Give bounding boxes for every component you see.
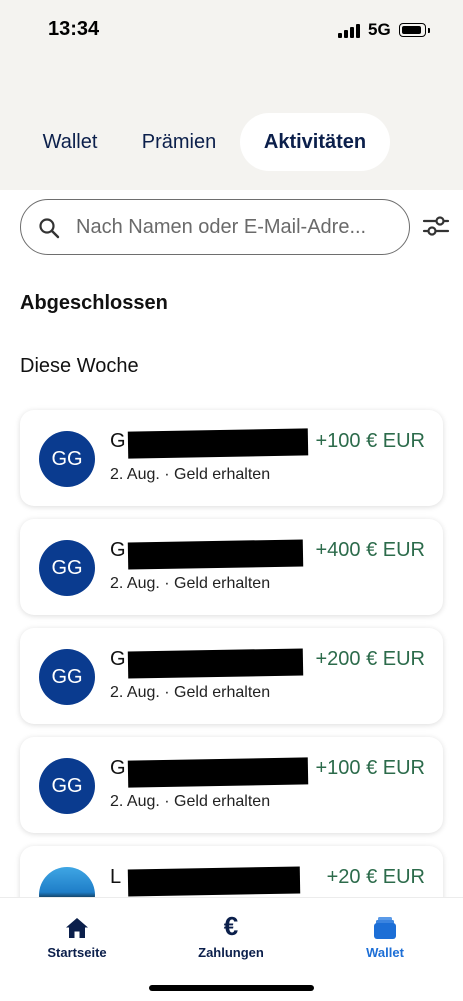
battery-tip [428,28,430,33]
transaction-name: G [110,648,126,670]
avatar: GG [39,540,95,596]
nav-label: Zahlungen [198,945,264,960]
nav-label: Startseite [47,945,107,960]
transaction-name: G [110,539,126,561]
redaction-bar [127,866,301,897]
transaction-amount: +400 € EUR [315,539,425,561]
transaction-date-status: 2. Aug. · Geld erhalten [110,466,271,483]
home-icon [66,918,88,938]
transaction-date-status: 2. Aug. · Geld erhalten [110,793,271,810]
tab-bar: Wallet Prämien Aktivitäten [0,113,463,171]
transaction-amount: +100 € EUR [315,757,425,779]
filter-icon[interactable] [422,213,450,239]
transaction-name: G [110,757,126,779]
transaction-name: G [110,430,126,452]
avatar: GG [39,431,95,487]
tab-praemien[interactable]: Prämien [128,113,230,171]
home-indicator [149,985,314,991]
nav-label: Wallet [366,945,404,960]
transaction-date-status: 2. Aug. · Geld erhalten [110,575,271,592]
transaction-amount: +100 € EUR [315,430,425,452]
transaction-card[interactable]: GG G 2. Aug. · Geld erhalten +100 € EUR [20,410,443,506]
status-time: 13:34 [48,18,100,40]
transaction-name: L [110,866,122,888]
nav-zahlungen[interactable]: € Zahlungen [171,912,291,966]
search-row [0,197,463,257]
search-box[interactable] [20,199,410,255]
tab-wallet[interactable]: Wallet [30,113,110,171]
transaction-card[interactable]: GG G 2. Aug. · Geld erhalten +200 € EUR [20,628,443,724]
search-icon [39,218,60,239]
transaction-date-status: 2. Aug. · Geld erhalten [110,684,271,701]
signal-icon [338,24,360,38]
redaction-bar [127,428,309,459]
tab-aktivitaeten[interactable]: Aktivitäten [240,113,390,171]
search-input[interactable] [76,212,406,242]
nav-startseite[interactable]: Startseite [17,916,137,966]
battery-icon [399,23,426,37]
transaction-card[interactable]: GG G 2. Aug. · Geld erhalten +400 € EUR [20,519,443,615]
network-label: 5G [368,20,391,39]
redaction-bar [127,539,304,570]
redaction-bar [127,648,304,679]
redaction-bar [127,757,309,788]
section-title: Abgeschlossen [20,292,168,314]
transaction-amount: +200 € EUR [315,648,425,670]
week-title: Diese Woche [20,355,139,377]
wallet-icon [374,917,396,939]
transaction-amount: +20 € EUR [326,866,425,888]
euro-icon: € [223,911,239,941]
nav-wallet[interactable]: Wallet [325,916,445,966]
avatar: GG [39,758,95,814]
transaction-card[interactable]: GG G 2. Aug. · Geld erhalten +100 € EUR [20,737,443,833]
status-bar: 13:34 5G [0,0,463,64]
avatar: GG [39,649,95,705]
